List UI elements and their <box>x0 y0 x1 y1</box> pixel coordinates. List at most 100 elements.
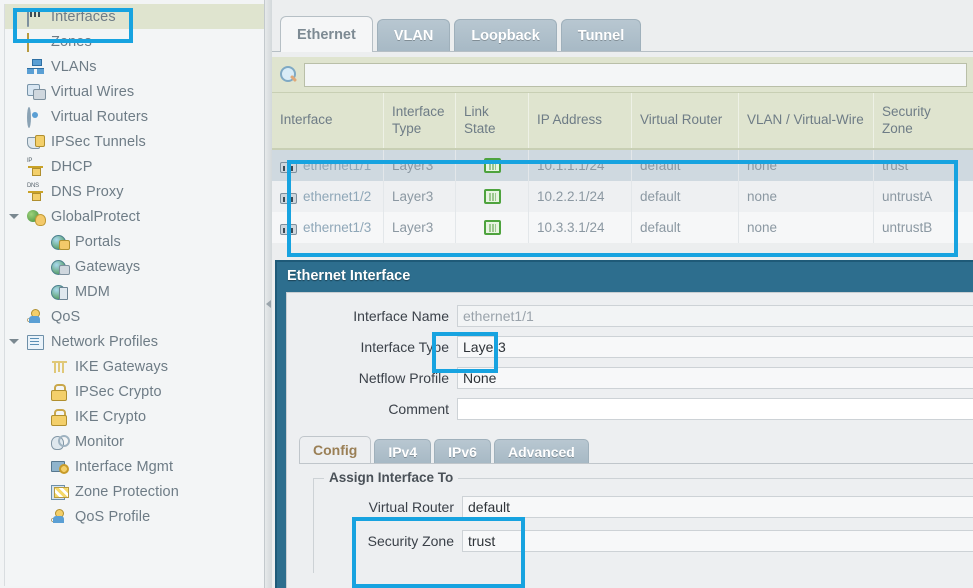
sidebar-item-label: DHCP <box>51 158 93 175</box>
cell-interface: ethernet1/2 <box>272 181 384 212</box>
dialog-body: Interface Name ethernet1/1 Interface Type L… <box>286 292 973 588</box>
sidebar-item-zones[interactable]: Zones <box>5 29 265 54</box>
virtual-wire-icon <box>27 84 45 100</box>
assign-row: Virtual Router default <box>314 493 973 521</box>
tab-ethernet[interactable]: Ethernet <box>280 16 373 52</box>
table-column-header[interactable]: Virtual Router <box>632 93 739 148</box>
assign-label: Security Zone <box>367 533 454 549</box>
search-bar <box>272 57 973 93</box>
sidebar-item-network-profiles[interactable]: Network Profiles <box>5 329 265 354</box>
qos-profile-icon: QoS <box>51 517 62 524</box>
table-row[interactable]: ethernet1/1 Layer3 10.1.1.1/24 default none t… <box>272 150 973 181</box>
mdm-icon <box>51 284 69 300</box>
assign-field-virtual-router[interactable]: default <box>462 496 973 518</box>
field-comment[interactable] <box>457 398 973 420</box>
sidebar-item-qos-profile[interactable]: QoS QoS Profile <box>5 504 265 529</box>
dialog-field-list: Interface Name ethernet1/1 Interface Type L… <box>287 293 973 423</box>
table-column-header[interactable]: Link State <box>456 93 529 148</box>
tab-label: VLAN <box>393 27 434 44</box>
table-column-header[interactable]: VLAN / Virtual-Wire <box>739 93 874 148</box>
sidebar-item-label: Monitor <box>75 433 125 450</box>
sidebar-item-interface-mgmt[interactable]: Interface Mgmt <box>5 454 265 479</box>
sidebar-item-label: MDM <box>75 283 110 300</box>
sidebar-item-label: Virtual Routers <box>51 108 149 125</box>
tab-vlan[interactable]: VLAN <box>376 19 451 51</box>
ike-gateway-icon <box>51 359 69 375</box>
field-label: Comment <box>388 401 449 417</box>
sidebar-item-qos[interactable]: QoS QoS <box>5 304 265 329</box>
interface-link[interactable]: ethernet1/3 <box>303 220 371 235</box>
cell-interface: ethernet1/1 <box>272 150 384 181</box>
cell-ip: 10.2.2.1/24 <box>529 181 632 212</box>
dialog-tab-advanced[interactable]: Advanced <box>493 439 589 463</box>
assign-label: Virtual Router <box>368 499 454 515</box>
qos-icon: QoS <box>27 317 38 324</box>
sidebar-item-ipsec-crypto[interactable]: IPSec Crypto <box>5 379 265 404</box>
cell-zone: untrustB <box>882 220 933 235</box>
sidebar-item-virtual-routers[interactable]: Virtual Routers <box>5 104 265 129</box>
table-column-header[interactable]: IP Address <box>529 93 632 148</box>
cell-vlan: none <box>739 150 874 181</box>
assign-row: Security Zone trust <box>314 527 973 555</box>
sidebar-item-gateways[interactable]: Gateways <box>5 254 265 279</box>
sidebar-item-interfaces[interactable]: Interfaces <box>5 4 265 29</box>
sidebar-item-label: QoS Profile <box>75 508 151 525</box>
sidebar-item-zone-protection[interactable]: Zone Protection <box>5 479 265 504</box>
zone-icon <box>27 32 45 52</box>
table-row[interactable]: ethernet1/3 Layer3 10.3.3.1/24 default none u… <box>272 212 973 243</box>
interface-link[interactable]: ethernet1/2 <box>303 189 371 204</box>
table-column-header[interactable]: Interface <box>272 93 384 148</box>
sidebar-item-ike-gateways[interactable]: IKE Gateways <box>5 354 265 379</box>
ethernet-interface-dialog: Ethernet Interface Interface Name etherne… <box>275 260 973 588</box>
sidebar-item-label: Virtual Wires <box>51 83 135 100</box>
tab-label: Ethernet <box>297 26 356 43</box>
monitor-icon <box>51 434 69 450</box>
sidebar-nav-list: Interfaces Zones VLANs Virtual Wires Virtual… <box>4 4 265 586</box>
sidebar-item-vlans[interactable]: VLANs <box>5 54 265 79</box>
field-label: Interface Type <box>360 339 449 355</box>
chevron-down-icon[interactable] <box>9 339 19 348</box>
sidebar-item-label: GlobalProtect <box>51 208 141 225</box>
dialog-tab-config[interactable]: Config <box>299 436 372 463</box>
tab-tunnel[interactable]: Tunnel <box>560 19 642 51</box>
table-body: ethernet1/1 Layer3 10.1.1.1/24 default none t… <box>272 150 973 243</box>
sidebar-item-mdm[interactable]: MDM <box>5 279 265 304</box>
chevron-down-icon[interactable] <box>9 214 19 223</box>
sidebar-item-virtual-wires[interactable]: Virtual Wires <box>5 79 265 104</box>
sidebar-item-dhcp[interactable]: IP DHCP <box>5 154 265 179</box>
dialog-tab-ipv4[interactable]: IPv4 <box>374 439 432 463</box>
dialog-tabs: Config IPv4 IPv6 Advanced <box>299 433 973 463</box>
cell-type: Layer3 <box>384 181 456 212</box>
sidebar-item-label: Zones <box>51 33 92 50</box>
sidebar-item-globalprotect[interactable]: GlobalProtect <box>5 204 265 229</box>
dialog-field-row: Comment <box>287 395 973 423</box>
assign-field-security-zone[interactable]: trust <box>462 530 973 552</box>
sidebar-item-ipsec-tunnels[interactable]: IPSec Tunnels <box>5 129 265 154</box>
sidebar-item-portals[interactable]: Portals <box>5 229 265 254</box>
field-netflow-profile[interactable]: None <box>457 367 973 389</box>
table-column-header[interactable]: Interface Type <box>384 93 456 148</box>
search-input[interactable] <box>304 62 967 87</box>
sidebar-item-dns-proxy[interactable]: DNS DNS Proxy <box>5 179 265 204</box>
sidebar-collapse-handle[interactable] <box>264 0 272 588</box>
sidebar-item-label: Interface Mgmt <box>75 458 174 475</box>
sidebar-item-label: QoS <box>51 308 81 325</box>
cell-type: Layer3 <box>384 212 456 243</box>
ipsec-tunnel-icon <box>27 134 45 150</box>
sidebar-item-label: VLANs <box>51 58 97 75</box>
sidebar-item-label: Interfaces <box>51 8 116 25</box>
table-row[interactable]: ethernet1/2 Layer3 10.2.2.1/24 default none u… <box>272 181 973 212</box>
sidebar-item-monitor[interactable]: Monitor <box>5 429 265 454</box>
dialog-tab-ipv6[interactable]: IPv6 <box>434 439 491 463</box>
sidebar-item-label: DNS Proxy <box>51 183 124 200</box>
sidebar-item-ike-crypto[interactable]: IKE Crypto <box>5 404 265 429</box>
table-column-header[interactable]: Security Zone <box>874 93 965 148</box>
globalprotect-icon <box>27 209 45 225</box>
tab-loopback[interactable]: Loopback <box>454 19 557 51</box>
network-profiles-icon <box>27 334 45 350</box>
table-header-row: Interface Interface Type Link State IP Addr… <box>272 93 973 150</box>
interface-link[interactable]: ethernet1/1 <box>303 158 371 173</box>
assign-interface-to-fieldset: Assign Interface To Virtual Router defaul… <box>313 470 973 573</box>
dialog-field-row: Netflow Profile None <box>287 364 973 392</box>
field-interface-type[interactable]: Layer3 <box>457 336 973 358</box>
